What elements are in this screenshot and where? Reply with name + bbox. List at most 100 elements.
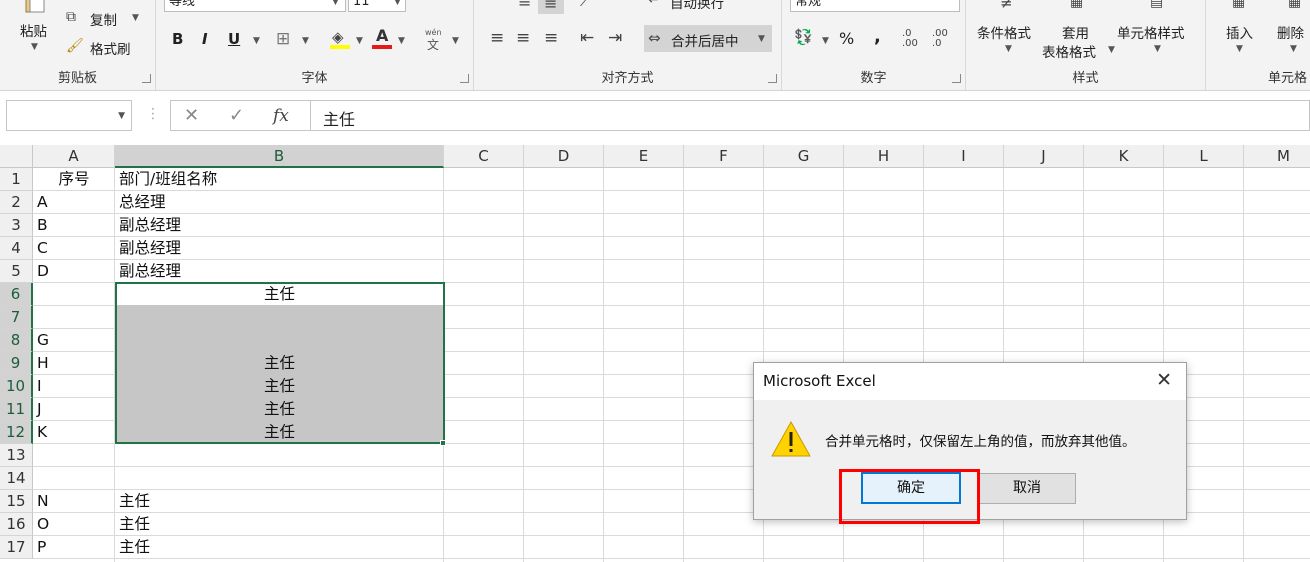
align-center-icon[interactable]: ≡: [516, 28, 530, 48]
align-middle-button[interactable]: ≡: [538, 0, 564, 14]
italic-button[interactable]: I: [202, 30, 208, 48]
row-header-5[interactable]: 5: [0, 260, 33, 283]
fill-color-dropdown-icon[interactable]: ▼: [356, 36, 363, 46]
column-header-a[interactable]: A: [33, 145, 115, 168]
column-header-m[interactable]: M: [1244, 145, 1310, 168]
row-header-11[interactable]: 11: [0, 398, 33, 421]
cell-b4[interactable]: 副总经理: [119, 237, 444, 260]
cell-a11[interactable]: J: [37, 398, 115, 421]
row-header-7[interactable]: 7: [0, 306, 33, 329]
cell-a3[interactable]: B: [37, 214, 115, 237]
decrease-decimal-icon[interactable]: .00.0: [932, 29, 948, 49]
cell-b16[interactable]: 主任: [119, 513, 444, 536]
select-all-corner[interactable]: [0, 145, 33, 168]
cancel-entry-icon[interactable]: ✕: [184, 105, 199, 126]
cell-a15[interactable]: N: [37, 490, 115, 513]
cell-b15[interactable]: 主任: [119, 490, 444, 513]
conditional-format-dropdown-icon[interactable]: ▼: [1005, 44, 1012, 54]
cancel-button[interactable]: 取消: [978, 473, 1076, 504]
row-header-17[interactable]: 17: [0, 536, 33, 559]
column-header-k[interactable]: K: [1084, 145, 1164, 168]
currency-dropdown-icon[interactable]: ▼: [822, 36, 829, 46]
row-header-16[interactable]: 16: [0, 513, 33, 536]
format-as-table-dropdown-icon[interactable]: ▼: [1108, 45, 1115, 55]
bold-button[interactable]: B: [172, 30, 183, 48]
format-as-table-button[interactable]: ▦ 套用 表格格式 ▼: [1040, 0, 1116, 62]
delete-cells-button[interactable]: ▦ 删除 ▼: [1274, 0, 1310, 62]
row-header-12[interactable]: 12: [0, 421, 33, 444]
row-header-13[interactable]: 13: [0, 444, 33, 467]
name-box[interactable]: ▼: [6, 100, 132, 131]
cell-a12[interactable]: K: [37, 421, 115, 444]
column-header-h[interactable]: H: [844, 145, 924, 168]
alignment-launcher-icon[interactable]: [768, 74, 777, 83]
close-icon[interactable]: ✕: [1156, 369, 1172, 391]
column-header-c[interactable]: C: [444, 145, 524, 168]
align-left-icon[interactable]: ≡: [490, 28, 504, 48]
number-format-select[interactable]: 常规: [790, 0, 960, 12]
confirm-entry-icon[interactable]: ✓: [229, 105, 244, 126]
row-header-14[interactable]: 14: [0, 467, 33, 490]
increase-decimal-icon[interactable]: .0.00: [902, 29, 918, 49]
row-header-3[interactable]: 3: [0, 214, 33, 237]
comma-button[interactable]: ,: [874, 26, 881, 47]
cell-a16[interactable]: O: [37, 513, 115, 536]
border-icon[interactable]: ⊞: [276, 29, 290, 49]
clipboard-launcher-icon[interactable]: [142, 74, 151, 83]
row-header-1[interactable]: 1: [0, 168, 33, 191]
row-header-4[interactable]: 4: [0, 237, 33, 260]
merge-center-button[interactable]: ⇔ 合并后居中 ▼: [644, 25, 772, 52]
cell-a4[interactable]: C: [37, 237, 115, 260]
underline-button[interactable]: U: [228, 30, 240, 48]
align-right-icon[interactable]: ≡: [544, 28, 558, 48]
column-header-j[interactable]: J: [1004, 145, 1084, 168]
name-box-dropdown-icon[interactable]: ▼: [118, 111, 125, 121]
fill-handle[interactable]: [440, 440, 446, 446]
percent-button[interactable]: %: [839, 29, 854, 48]
column-header-e[interactable]: E: [604, 145, 684, 168]
copy-dropdown-icon[interactable]: ▼: [132, 13, 139, 23]
cell-a1[interactable]: 序号: [33, 168, 115, 191]
conditional-format-button[interactable]: ≠ 条件格式 ▼: [972, 0, 1048, 62]
fill-color-button[interactable]: ◈: [330, 28, 352, 50]
formula-bar-grip-icon[interactable]: ⋮: [146, 106, 160, 122]
column-header-l[interactable]: L: [1164, 145, 1244, 168]
formula-input[interactable]: 主任: [323, 106, 355, 130]
cell-a2[interactable]: A: [37, 191, 115, 214]
font-color-dropdown-icon[interactable]: ▼: [398, 36, 405, 46]
cell-b3[interactable]: 副总经理: [119, 214, 444, 237]
column-header-g[interactable]: G: [764, 145, 844, 168]
phonetic-button[interactable]: wén 文: [424, 28, 450, 52]
cell-a9[interactable]: H: [37, 352, 115, 375]
underline-dropdown-icon[interactable]: ▼: [253, 36, 260, 46]
column-header-f[interactable]: F: [684, 145, 764, 168]
cell-styles-button[interactable]: ▤ 单元格样式 ▼: [1116, 0, 1204, 62]
font-name-select[interactable]: 等线: [164, 0, 346, 12]
row-header-15[interactable]: 15: [0, 490, 33, 513]
column-header-b[interactable]: B: [115, 145, 444, 168]
cell-b17[interactable]: 主任: [119, 536, 444, 559]
font-size-dropdown-icon[interactable]: ▼: [394, 0, 401, 7]
align-top-icon[interactable]: ≡: [518, 0, 531, 11]
cell-b2[interactable]: 总经理: [119, 191, 444, 214]
cell-a17[interactable]: P: [37, 536, 115, 559]
cell-b5[interactable]: 副总经理: [119, 260, 444, 283]
row-header-9[interactable]: 9: [0, 352, 33, 375]
row-header-10[interactable]: 10: [0, 375, 33, 398]
merge-center-dropdown-icon[interactable]: ▼: [758, 34, 765, 44]
row-header-6[interactable]: 6: [0, 283, 33, 306]
orientation-icon[interactable]: ⟋: [580, 0, 590, 10]
cell-b1[interactable]: 部门/班组名称: [119, 168, 444, 191]
copy-button[interactable]: ⧉ 复制 ▼: [66, 8, 146, 29]
wrap-text-button[interactable]: ↩ 自动换行: [644, 0, 774, 12]
column-header-i[interactable]: I: [924, 145, 1004, 168]
row-header-2[interactable]: 2: [0, 191, 33, 214]
cell-a10[interactable]: I: [37, 375, 115, 398]
number-launcher-icon[interactable]: [952, 74, 961, 83]
paste-button[interactable]: 粘贴 ▼: [8, 0, 62, 52]
border-dropdown-icon[interactable]: ▼: [302, 36, 309, 46]
delete-cells-dropdown-icon[interactable]: ▼: [1290, 44, 1297, 54]
column-header-d[interactable]: D: [524, 145, 604, 168]
font-color-button[interactable]: A: [372, 26, 394, 50]
decrease-indent-icon[interactable]: ⇤: [580, 28, 594, 48]
